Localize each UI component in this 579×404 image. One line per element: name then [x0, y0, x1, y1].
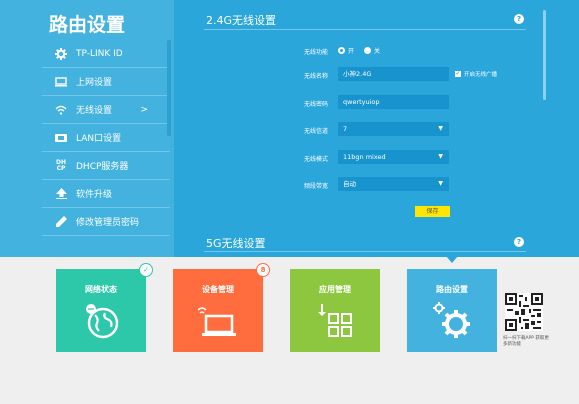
ssid-input[interactable]: 小神2.4G — [338, 67, 449, 81]
ssid-label: 无线名称 — [303, 73, 328, 80]
tile-device-management[interactable]: 设备管理 — [173, 269, 263, 352]
chevron-down-icon: ▼ — [438, 180, 443, 187]
divider — [204, 251, 526, 252]
sidebar-item-label: TP-LINK ID — [76, 48, 123, 59]
settings-panel: 2.4G无线设置 ? 无线功能 开 关 无线名称 小神2.4G ✓ 开启无线广播… — [174, 0, 579, 257]
tile-label: 应用管理 — [319, 285, 351, 294]
sidebar-item-label: 修改管理员密码 — [76, 218, 140, 228]
wireless-5g-title: 5G无线设置 — [206, 237, 266, 250]
mode-label: 无线模式 — [303, 156, 328, 163]
broadcast-label: 开启无线广播 — [464, 72, 498, 78]
password-label: 无线密码 — [303, 101, 328, 108]
sidebar-item-label: 上网设置 — [76, 78, 113, 88]
channel-label: 无线信道 — [303, 128, 328, 135]
status-ok-badge: ✓ — [139, 263, 153, 277]
radio-off[interactable] — [364, 47, 372, 54]
sidebar-item-label: LAN口设置 — [76, 134, 122, 144]
sidebar-item-label: DHCP服务器 — [76, 162, 129, 172]
sidebar-item-password[interactable]: 修改管理员密码 — [42, 208, 170, 236]
lan-port-icon — [54, 131, 68, 145]
save-button[interactable]: 保存 — [415, 206, 450, 217]
mode-select[interactable]: 11bgn mixed ▼ — [338, 150, 449, 164]
upload-icon — [54, 187, 68, 201]
radio-on[interactable] — [338, 47, 345, 54]
channel-value: 7 — [343, 125, 348, 133]
sidebar-item-tplink-id[interactable]: TP-LINK ID — [42, 40, 170, 68]
wireless-switch-label: 无线功能 — [303, 49, 328, 56]
gear-icon — [54, 47, 68, 61]
tile-label: 网络状态 — [85, 285, 117, 294]
sidebar-item-upgrade[interactable]: 软件升级 — [42, 180, 170, 208]
sidebar-title: 路由设置 — [48, 14, 125, 36]
checkbox-checked-icon[interactable]: ✓ — [455, 71, 461, 77]
radio-on-label: 开 — [348, 48, 355, 55]
sidebar-item-label: 无线设置 — [76, 106, 113, 116]
channel-select[interactable]: 7 ▼ — [338, 122, 449, 136]
wireless-switch: 开 关 — [338, 46, 380, 55]
wifi-icon — [54, 103, 68, 117]
active-tile-pointer — [446, 256, 458, 263]
device-count-badge: 8 — [256, 263, 270, 277]
sidebar-scrollbar[interactable] — [167, 40, 171, 136]
sidebar-item-dhcp[interactable]: DH CP DHCP服务器 — [42, 152, 170, 180]
pencil-icon — [54, 215, 68, 229]
globe-icon — [81, 302, 121, 340]
sidebar-item-wireless[interactable]: 无线设置 > — [42, 96, 170, 124]
mode-value: 11bgn mixed — [343, 153, 386, 161]
bandwidth-select[interactable]: 自动 ▼ — [338, 177, 449, 191]
help-icon[interactable]: ? — [514, 237, 524, 247]
tile-app-management[interactable]: 应用管理 — [290, 269, 380, 352]
radio-off-label: 关 — [374, 48, 381, 55]
chevron-down-icon: ▼ — [438, 125, 443, 132]
chevron-down-icon: ▼ — [438, 153, 443, 160]
wireless-24g-title: 2.4G无线设置 — [206, 14, 277, 27]
qr-code — [505, 293, 543, 331]
tile-router-settings[interactable]: 路由设置 — [407, 269, 497, 352]
bandwidth-value: 自动 — [343, 180, 356, 188]
bandwidth-label: 频段带宽 — [303, 183, 328, 190]
tile-network-status[interactable]: 网络状态 — [56, 269, 146, 352]
sidebar-item-label: 软件升级 — [76, 190, 113, 200]
laptop-icon — [198, 302, 238, 340]
broadcast-checkbox-row[interactable]: ✓ 开启无线广播 — [455, 70, 497, 78]
tile-label: 设备管理 — [202, 285, 234, 294]
dhcp-icon: DH CP — [55, 158, 66, 172]
sidebar: 路由设置 TP-LINK ID 上网设置 无线设置 > LAN口设置 DH CP … — [0, 0, 174, 257]
password-input[interactable]: qwertyuiop — [338, 95, 449, 109]
apps-grid-icon — [315, 302, 355, 340]
chevron-right-icon: > — [140, 104, 148, 115]
gears-icon — [432, 302, 472, 340]
panel-scrollbar[interactable] — [543, 10, 546, 100]
sidebar-item-internet[interactable]: 上网设置 — [42, 68, 170, 96]
help-icon[interactable]: ? — [514, 14, 524, 24]
qr-note: 扫一扫下载APP 获取更多新功能 — [503, 336, 549, 347]
tile-label: 路由设置 — [436, 285, 468, 294]
divider — [204, 29, 526, 30]
sidebar-item-lan[interactable]: LAN口设置 — [42, 124, 170, 152]
monitor-icon — [54, 75, 68, 89]
